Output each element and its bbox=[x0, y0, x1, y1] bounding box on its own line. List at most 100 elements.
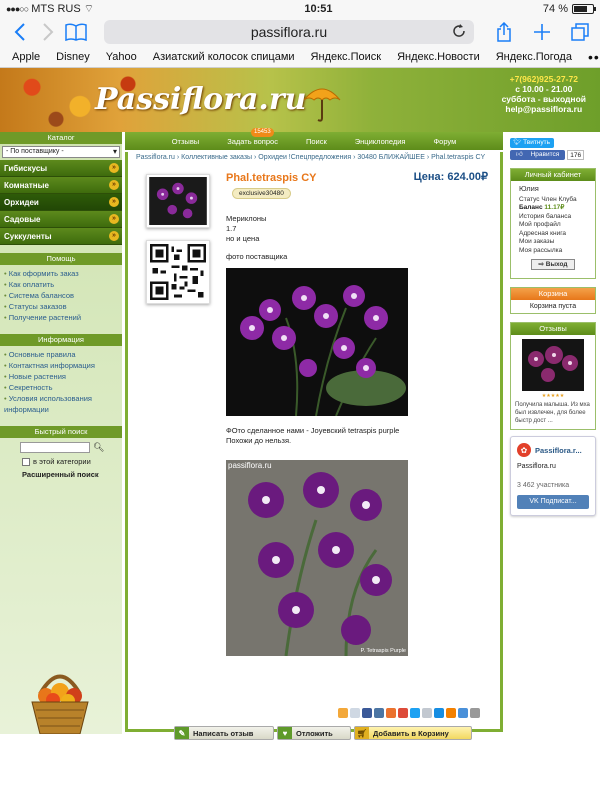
cart-title[interactable]: Корзина bbox=[511, 288, 595, 300]
nav-reviews[interactable]: Отзывы bbox=[158, 137, 213, 146]
battery-percent: 74 % bbox=[542, 3, 568, 15]
help-link[interactable]: Статусы заказов bbox=[4, 301, 118, 312]
info-link[interactable]: Контактная информация bbox=[4, 360, 118, 371]
add-to-cart-button[interactable]: 🛒︎ Добавить в Корзину bbox=[354, 726, 472, 740]
logout-button[interactable]: ⇨ Выход bbox=[531, 259, 575, 270]
bookmark-item[interactable]: Яндекс.Поиск bbox=[311, 51, 382, 63]
header-phone[interactable]: +7(962)925-27-72 bbox=[502, 74, 586, 84]
product-description: Мериклоны 1.7 но и цена bbox=[226, 214, 266, 244]
fb-like-button[interactable]: 👍︎ Нравится bbox=[510, 150, 566, 160]
info-link[interactable]: Секретность bbox=[4, 382, 118, 393]
info-link[interactable]: Новые растения bbox=[4, 371, 118, 382]
info-link[interactable]: Условия использования информации bbox=[4, 393, 118, 415]
cabinet-link[interactable]: Моя рассылка bbox=[519, 247, 587, 256]
social-share-icon[interactable] bbox=[422, 708, 432, 718]
info-title: Информация bbox=[0, 334, 122, 346]
social-share-icon[interactable] bbox=[446, 708, 456, 718]
new-tab-plus-icon[interactable] bbox=[528, 18, 556, 46]
quick-search-input[interactable] bbox=[20, 442, 90, 453]
site-logo[interactable]: Passiflora.ru bbox=[95, 82, 307, 117]
caption-line: ФОто сделанное нами - Joyевский tetraspi… bbox=[226, 426, 400, 435]
bookmark-item[interactable]: Apple bbox=[12, 51, 40, 63]
social-share-icon[interactable] bbox=[434, 708, 444, 718]
write-review-button[interactable]: ✎ Написать отзыв bbox=[174, 726, 274, 740]
watermark: passiflora.ru bbox=[228, 461, 272, 470]
advanced-search-link[interactable]: Расширенный поиск bbox=[0, 466, 122, 479]
category-succulents[interactable]: Суккуленты » bbox=[0, 228, 122, 245]
category-garden[interactable]: Садовые » bbox=[0, 211, 122, 228]
user-name: Юлия bbox=[519, 184, 539, 193]
vk-member-count: 3 462 участника bbox=[517, 482, 570, 489]
help-link[interactable]: Система балансов bbox=[4, 290, 118, 301]
own-photo[interactable]: passiflora.ru P. Tetraspis Purple bbox=[226, 460, 408, 657]
help-link[interactable]: Получение растений bbox=[4, 312, 118, 323]
social-share-icon[interactable] bbox=[374, 708, 384, 718]
quick-search-row: 🔍︎ bbox=[0, 438, 122, 455]
address-bar[interactable]: passiflora.ru bbox=[104, 20, 474, 44]
bookmarks-book-icon[interactable] bbox=[62, 18, 90, 46]
help-link[interactable]: Как оплатить bbox=[4, 279, 118, 290]
vk-group-title[interactable]: Passiflora.r... bbox=[535, 446, 582, 455]
photo-caption: фото поставщика bbox=[226, 252, 288, 261]
social-share-icon[interactable] bbox=[410, 708, 420, 718]
bookmark-item[interactable]: Яндекс.Новости bbox=[397, 51, 480, 63]
product-price: Цена: 624.00₽ bbox=[413, 171, 488, 183]
back-icon[interactable] bbox=[6, 18, 34, 46]
nav-forum[interactable]: Форум bbox=[419, 137, 470, 146]
help-link[interactable]: Как оформить заказ bbox=[4, 268, 118, 279]
vk-subscribe-button[interactable]: VK Подписат... bbox=[517, 495, 589, 509]
review-photo[interactable] bbox=[522, 339, 584, 391]
tweet-button[interactable]: 🐦︎ Твитнуть bbox=[510, 138, 554, 148]
bookmark-item[interactable]: Яндекс.Погода bbox=[496, 51, 572, 63]
fb-like[interactable]: 👍︎ Нравится 176 bbox=[510, 150, 596, 160]
category-indoor[interactable]: Комнатные » bbox=[0, 177, 122, 194]
signal-dots-icon: ●●●○○ bbox=[6, 4, 29, 14]
header-email[interactable]: help@passiflora.ru bbox=[502, 104, 586, 114]
cabinet-link[interactable]: Мои заказы bbox=[519, 238, 587, 247]
bookmark-item[interactable]: Disney bbox=[56, 51, 90, 63]
nav-encyclopedia[interactable]: Энциклопедия bbox=[341, 137, 420, 146]
more-icon[interactable]: ••• bbox=[588, 49, 600, 65]
social-share-icon[interactable] bbox=[338, 708, 348, 718]
product-thumbnail[interactable] bbox=[146, 174, 210, 228]
category-hibiscus[interactable]: Гибискусы » bbox=[0, 160, 122, 177]
bookmark-item[interactable]: Yahoo bbox=[106, 51, 137, 63]
supplier-select[interactable]: - По поставщику - bbox=[2, 146, 120, 158]
search-icon[interactable]: 🔍︎ bbox=[93, 442, 104, 453]
vk-header: ✿ Passiflora.r... bbox=[517, 443, 589, 457]
review-text[interactable]: Получила малыша. Из мха был извлечен, дл… bbox=[511, 399, 595, 429]
fb-like-label: Нравится bbox=[527, 151, 563, 158]
social-share-icon[interactable] bbox=[362, 708, 372, 718]
quick-search-title: Быстрый поиск bbox=[0, 426, 122, 438]
cart-empty-text: Корзина пуста bbox=[529, 303, 577, 310]
social-share-icon[interactable] bbox=[470, 708, 480, 718]
site-header: Passiflora.ru +7(962)925-27-72 с 10.00 -… bbox=[0, 68, 600, 132]
category-orchids[interactable]: Орхидеи » bbox=[0, 194, 122, 211]
nav-ask-question[interactable]: Задать вопрос bbox=[213, 137, 292, 146]
in-category-checkbox[interactable]: в этой категории bbox=[0, 455, 122, 466]
social-share-icon[interactable] bbox=[398, 708, 408, 718]
supplier-photo[interactable] bbox=[226, 268, 408, 417]
reload-icon[interactable] bbox=[452, 24, 466, 41]
breadcrumb[interactable]: Passiflora.ru › Коллективные заказы › Ор… bbox=[128, 152, 500, 163]
desc-line: Мериклоны bbox=[226, 214, 267, 223]
social-share-icon[interactable] bbox=[386, 708, 396, 718]
bookmark-item[interactable]: Азиатский колосок спицами bbox=[153, 51, 295, 63]
info-link[interactable]: Основные правила bbox=[4, 349, 118, 360]
social-share-icon[interactable] bbox=[458, 708, 468, 718]
forward-icon[interactable] bbox=[34, 18, 62, 46]
chevron-right-icon: » bbox=[109, 197, 119, 207]
social-share-icon[interactable] bbox=[350, 708, 360, 718]
cabinet-link[interactable]: Мой профайл bbox=[519, 221, 587, 230]
cabinet-link[interactable]: Адресная книга bbox=[519, 230, 587, 239]
cabinet-link[interactable]: История баланса bbox=[519, 213, 587, 222]
desc-line: но и цена bbox=[226, 234, 260, 243]
tabs-icon[interactable] bbox=[566, 18, 594, 46]
vk-widget: ✿ Passiflora.r... Passiflora.ru 3 462 уч… bbox=[510, 436, 596, 516]
nav-search[interactable]: Поиск bbox=[292, 137, 341, 146]
header-weekend: суббота - выходной bbox=[501, 94, 586, 104]
share-icon[interactable] bbox=[490, 18, 518, 46]
defer-button[interactable]: ♥ Отложить bbox=[277, 726, 351, 740]
reviews-title[interactable]: Отзывы bbox=[511, 323, 595, 335]
checkbox-box[interactable] bbox=[22, 457, 30, 466]
